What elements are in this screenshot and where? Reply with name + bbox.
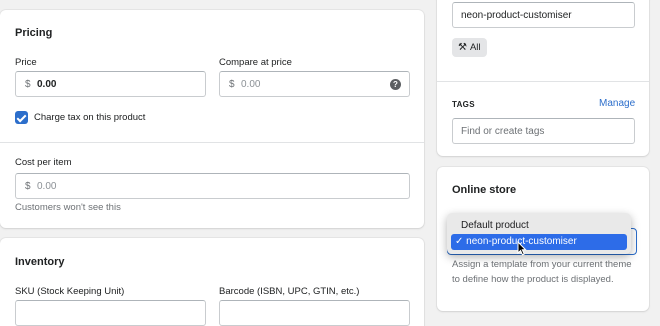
template-dropdown-menu[interactable]: Default product ✓ neon-product-customise…: [447, 213, 631, 254]
pricing-card: Pricing Price $ 0.00 Compare at price $ …: [0, 10, 424, 228]
tags-placeholder: Find or create tags: [461, 126, 545, 137]
inventory-card: Inventory SKU (Stock Keeping Unit) Barco…: [0, 238, 424, 326]
help-icon[interactable]: ?: [390, 79, 401, 90]
cost-per-item-placeholder: 0.00: [37, 181, 57, 192]
theme-template-helper: Assign a template from your current them…: [452, 259, 632, 285]
all-filter-chip[interactable]: ⚒ All: [452, 38, 487, 57]
compare-at-price-placeholder: 0.00: [241, 79, 261, 90]
charge-tax-checkbox[interactable]: [15, 111, 28, 124]
online-store-title: Online store: [452, 184, 517, 196]
cost-per-item-label: Cost per item: [15, 157, 72, 168]
tags-input[interactable]: Find or create tags: [452, 118, 635, 144]
inventory-title: Inventory: [15, 256, 65, 268]
barcode-label: Barcode (ISBN, UPC, GTIN, etc.): [219, 286, 360, 297]
dropdown-option-default-product[interactable]: Default product: [451, 218, 627, 234]
price-label: Price: [15, 57, 37, 68]
price-value: 0.00: [37, 79, 57, 90]
checkmark-icon: ✓: [455, 236, 464, 247]
mouse-cursor-icon: [517, 241, 527, 256]
compare-at-price-label: Compare at price: [219, 57, 292, 68]
sku-input[interactable]: [15, 300, 206, 326]
cost-per-item-input[interactable]: $ 0.00: [15, 173, 410, 199]
template-suffix-value: neon-product-customiser: [461, 10, 572, 21]
manage-tags-link[interactable]: Manage: [599, 98, 635, 109]
price-input[interactable]: $ 0.00: [15, 71, 206, 97]
compare-at-price-input[interactable]: $ 0.00 ?: [219, 71, 410, 97]
all-chip-label: All: [469, 42, 481, 53]
organization-card: neon-product-customiser ⚒ All TAGS Manag…: [437, 0, 649, 156]
price-currency-prefix: $: [25, 79, 31, 90]
pricing-title: Pricing: [15, 27, 53, 39]
cost-currency-prefix: $: [25, 181, 31, 192]
cost-helper-text: Customers won't see this: [15, 202, 121, 213]
tags-heading: TAGS: [452, 100, 475, 109]
dropdown-option-neon-product-customiser[interactable]: ✓ neon-product-customiser: [451, 234, 627, 250]
compare-currency-prefix: $: [229, 79, 235, 90]
barcode-input[interactable]: [219, 300, 410, 326]
pricing-divider: [0, 142, 424, 143]
organization-divider: [437, 81, 649, 82]
charge-tax-label: Charge tax on this product: [34, 112, 146, 123]
sku-label: SKU (Stock Keeping Unit): [15, 286, 125, 297]
magic-wand-icon: ⚒: [458, 42, 467, 53]
template-suffix-input[interactable]: neon-product-customiser: [452, 2, 635, 28]
